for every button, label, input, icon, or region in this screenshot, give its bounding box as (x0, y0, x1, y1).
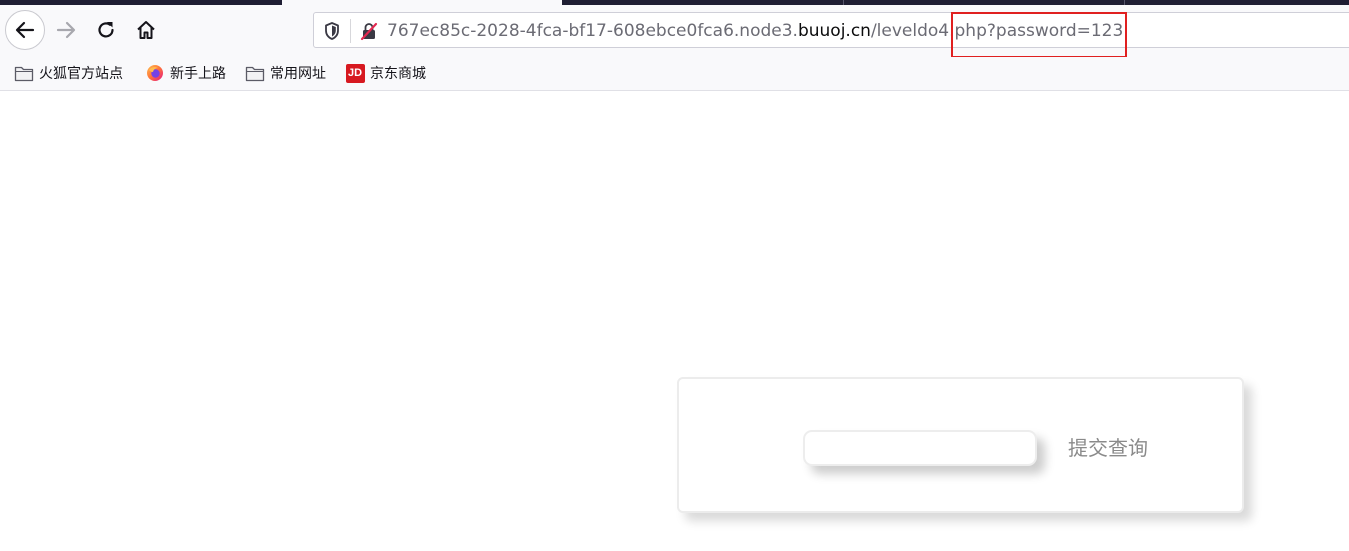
folder-icon (245, 64, 265, 82)
folder-icon (14, 64, 34, 82)
insecure-lock-icon[interactable] (359, 21, 379, 41)
bookmark-label: 新手上路 (170, 66, 226, 82)
reload-icon (98, 22, 114, 38)
url-bar[interactable]: 767ec85c-2028-4fca-bf17-608ebce0fca6.nod… (313, 12, 1349, 48)
bookmark-label: 火狐官方站点 (39, 66, 123, 82)
jd-logo-text: JD (345, 63, 365, 83)
submit-query-button[interactable]: 提交查询 (1064, 432, 1152, 464)
back-button[interactable] (5, 10, 45, 50)
arrow-left-icon (15, 21, 35, 39)
url-prefix: 767ec85c-2028-4fca-bf17-608ebce0fca6.nod… (387, 21, 798, 41)
home-icon (137, 21, 155, 39)
navigation-toolbar: 767ec85c-2028-4fca-bf17-608ebce0fca6.nod… (0, 5, 1349, 57)
bookmark-getting-started[interactable]: 新手上路 (145, 62, 226, 84)
url-host: buuoj.cn (797, 21, 871, 41)
firefox-icon (145, 64, 165, 82)
login-form-card: 提交查询 (677, 377, 1244, 513)
bookmark-firefox-official[interactable]: 火狐官方站点 (14, 62, 123, 84)
highlight-annotation-box (951, 12, 1127, 58)
forward-button[interactable] (50, 14, 82, 46)
jd-icon: JD (345, 63, 365, 83)
bookmark-label: 京东商城 (370, 66, 426, 82)
shield-icon[interactable] (322, 21, 342, 41)
home-button[interactable] (130, 14, 162, 46)
bookmark-common-sites[interactable]: 常用网址 (245, 62, 326, 84)
password-input[interactable] (803, 430, 1037, 466)
url-bar-separator (350, 19, 351, 43)
bookmark-jd-mall[interactable]: JD 京东商城 (345, 62, 426, 84)
bookmarks-toolbar: 火狐官方站点 新手上路 常用网址 JD 京东商城 (0, 57, 1349, 91)
arrow-right-icon (56, 21, 76, 39)
bookmark-label: 常用网址 (270, 66, 326, 82)
reload-button[interactable] (90, 14, 122, 46)
